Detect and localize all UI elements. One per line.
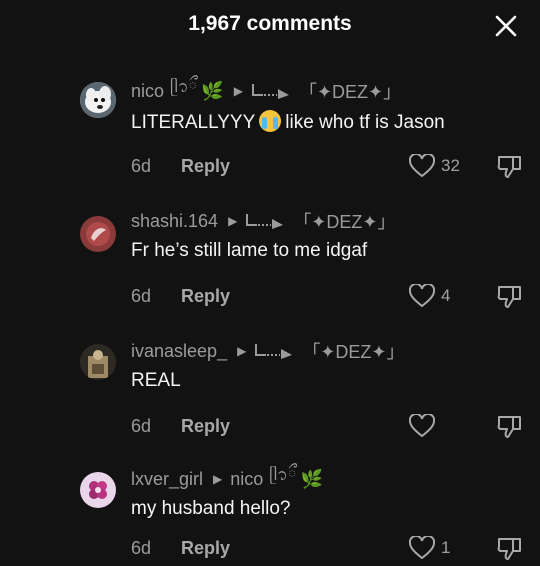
- like-count: 32: [441, 156, 460, 175]
- dislike-icon[interactable]: [496, 414, 524, 440]
- comment-item: shashi.164 ▶ 「✦DEZ✦」 Fr he’s still lame …: [0, 208, 540, 318]
- reply-button[interactable]: Reply: [181, 286, 230, 307]
- reply-to-username[interactable]: 「✦DEZ✦」: [302, 338, 404, 364]
- like-count: 4: [441, 286, 451, 305]
- dislike-icon[interactable]: [496, 284, 524, 310]
- like-button[interactable]: 4: [409, 284, 450, 308]
- reply-arrow-icon: [246, 214, 284, 229]
- comment-username[interactable]: nico: [131, 81, 164, 102]
- comment-text-part: LITERALLYYY: [131, 112, 256, 133]
- avatar[interactable]: [80, 472, 116, 508]
- comments-count-title: 1,967 comments: [188, 12, 352, 35]
- comment-meta: shashi.164 ▶ 「✦DEZ✦」: [131, 208, 395, 234]
- comment-meta: lxver_girl ▶ nico ᥫ᭡ྀ 🌿: [131, 466, 323, 492]
- comment-item: ivanasleep_ ▶ 「✦DEZ✦」 REAL 6d Reply: [0, 338, 540, 448]
- username-decoration: ᥫ᭡ྀ: [170, 78, 198, 96]
- reply-button[interactable]: Reply: [181, 416, 230, 437]
- avatar-image: [80, 82, 116, 118]
- comment-age: 6d: [131, 416, 152, 436]
- comment-meta: ivanasleep_ ▶ 「✦DEZ✦」: [131, 338, 404, 364]
- avatar[interactable]: [80, 82, 116, 118]
- comments-header: 1,967 comments: [0, 0, 540, 52]
- dislike-icon[interactable]: [496, 536, 524, 562]
- reply-button[interactable]: Reply: [181, 538, 230, 559]
- leaf-emoji: 🌿: [201, 80, 224, 101]
- comment-text-part: like who tf is Jason: [285, 112, 445, 133]
- comment-text: my husband hello?: [131, 498, 291, 519]
- reply-to-username[interactable]: 「✦DEZ✦」: [299, 78, 401, 104]
- heart-icon: [409, 536, 435, 560]
- comment-age: 6d: [131, 286, 152, 306]
- reply-arrow-icon: [251, 84, 289, 99]
- comment-age: 6d: [131, 156, 152, 176]
- like-button[interactable]: 32: [409, 154, 460, 178]
- comment-username[interactable]: ivanasleep_: [131, 341, 227, 362]
- comment-meta: nico ᥫ᭡ྀ 🌿 ▶ 「✦DEZ✦」: [131, 78, 401, 104]
- comment-text: Fr he’s still lame to me idgaf: [131, 240, 368, 261]
- like-button[interactable]: [409, 414, 441, 438]
- username-decoration: ᥫ᭡ྀ: [269, 466, 297, 484]
- avatar[interactable]: [80, 216, 116, 252]
- heart-icon: [409, 154, 435, 178]
- avatar-image: [80, 344, 116, 380]
- comment-item: nico ᥫ᭡ྀ 🌿 ▶ 「✦DEZ✦」 LITERALLYYY like who…: [0, 78, 540, 188]
- comment-item: lxver_girl ▶ nico ᥫ᭡ྀ 🌿 my husband hello…: [0, 466, 540, 566]
- play-arrow-icon: ▶: [213, 472, 223, 486]
- like-button[interactable]: 1: [409, 536, 450, 560]
- comment-actions: 6d Reply 4: [131, 284, 531, 310]
- comment-username[interactable]: shashi.164: [131, 211, 218, 232]
- play-arrow-icon: ▶: [237, 344, 247, 358]
- heart-icon: [409, 414, 435, 438]
- play-arrow-icon: ▶: [233, 84, 243, 98]
- crying-emoji-icon: [259, 110, 282, 132]
- avatar-image: [80, 472, 116, 508]
- reply-arrow-icon: [255, 344, 293, 359]
- comment-text: REAL: [131, 370, 181, 391]
- leaf-emoji: 🌿: [300, 468, 323, 489]
- comment-username[interactable]: lxver_girl: [131, 469, 203, 490]
- heart-icon: [409, 284, 435, 308]
- comment-age: 6d: [131, 538, 152, 558]
- reply-button[interactable]: Reply: [181, 156, 230, 177]
- comment-actions: 6d Reply: [131, 414, 531, 440]
- like-count: 1: [441, 538, 451, 557]
- avatar[interactable]: [80, 344, 116, 380]
- comment-text: LITERALLYYY like who tf is Jason: [131, 110, 445, 134]
- play-arrow-icon: ▶: [228, 214, 238, 228]
- close-icon[interactable]: [494, 14, 518, 38]
- comment-actions: 6d Reply 1: [131, 536, 531, 562]
- comment-actions: 6d Reply 32: [131, 154, 531, 180]
- reply-to-username[interactable]: 「✦DEZ✦」: [293, 208, 395, 234]
- avatar-image: [80, 216, 116, 252]
- dislike-icon[interactable]: [496, 154, 524, 180]
- reply-to-username[interactable]: nico: [230, 469, 263, 490]
